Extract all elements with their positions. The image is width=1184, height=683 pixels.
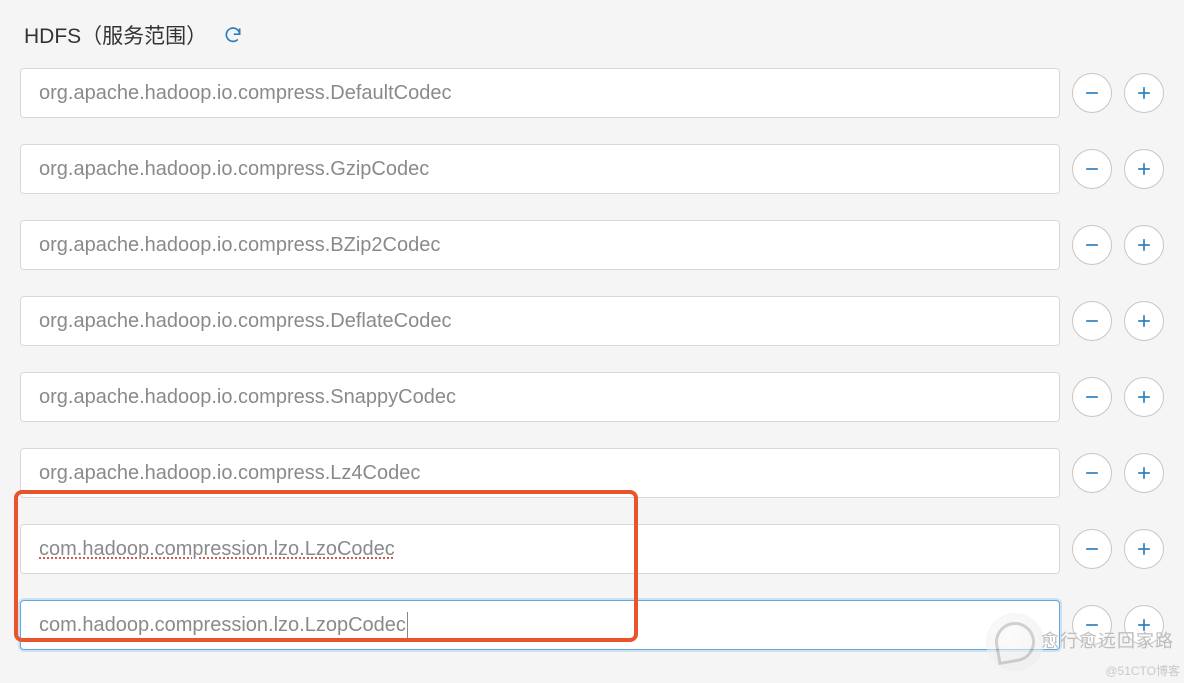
section-title: HDFS（服务范围） [24, 20, 207, 50]
codec-value: org.apache.hadoop.io.compress.DefaultCod… [39, 82, 451, 105]
codec-row: org.apache.hadoop.io.compress.DefaultCod… [20, 68, 1164, 118]
add-button[interactable] [1124, 529, 1164, 569]
codec-value: org.apache.hadoop.io.compress.DeflateCod… [39, 310, 451, 333]
codec-input[interactable]: org.apache.hadoop.io.compress.SnappyCode… [20, 372, 1060, 422]
remove-button[interactable] [1072, 377, 1112, 417]
codec-row: org.apache.hadoop.io.compress.GzipCodec [20, 144, 1164, 194]
remove-button[interactable] [1072, 453, 1112, 493]
codec-input[interactable]: com.hadoop.compression.lzo.LzoCodec [20, 524, 1060, 574]
codec-input[interactable]: org.apache.hadoop.io.compress.GzipCodec [20, 144, 1060, 194]
codec-value: org.apache.hadoop.io.compress.Lz4Codec [39, 462, 420, 485]
remove-button[interactable] [1072, 73, 1112, 113]
codec-row: com.hadoop.compression.lzo.LzoCodec [20, 524, 1164, 574]
remove-button[interactable] [1072, 529, 1112, 569]
add-button[interactable] [1124, 377, 1164, 417]
codec-value: com.hadoop.compression.lzo.LzopCodec [39, 614, 406, 637]
remove-button[interactable] [1072, 225, 1112, 265]
codec-row: org.apache.hadoop.io.compress.DeflateCod… [20, 296, 1164, 346]
remove-button[interactable] [1072, 301, 1112, 341]
codec-value: org.apache.hadoop.io.compress.GzipCodec [39, 158, 429, 181]
codec-input[interactable]: com.hadoop.compression.lzo.LzopCodec [20, 600, 1060, 650]
codec-list: org.apache.hadoop.io.compress.DefaultCod… [20, 68, 1164, 650]
codec-row: org.apache.hadoop.io.compress.Lz4Codec [20, 448, 1164, 498]
text-caret [407, 612, 408, 638]
remove-button[interactable] [1072, 149, 1112, 189]
watermark-logo [986, 613, 1044, 671]
add-button[interactable] [1124, 453, 1164, 493]
codec-input[interactable]: org.apache.hadoop.io.compress.DefaultCod… [20, 68, 1060, 118]
add-button[interactable] [1124, 73, 1164, 113]
codec-value: com.hadoop.compression.lzo.LzoCodec [39, 538, 395, 561]
codec-value: org.apache.hadoop.io.compress.BZip2Codec [39, 234, 440, 257]
codec-row: org.apache.hadoop.io.compress.BZip2Codec [20, 220, 1164, 270]
refresh-icon[interactable] [223, 25, 243, 45]
add-button[interactable] [1124, 225, 1164, 265]
codec-input[interactable]: org.apache.hadoop.io.compress.BZip2Codec [20, 220, 1060, 270]
watermark-text: 愈行愈远回家路 [1041, 627, 1174, 653]
add-button[interactable] [1124, 301, 1164, 341]
codec-input[interactable]: org.apache.hadoop.io.compress.Lz4Codec [20, 448, 1060, 498]
section-header: HDFS（服务范围） [20, 20, 1164, 50]
codec-row: org.apache.hadoop.io.compress.SnappyCode… [20, 372, 1164, 422]
codec-input[interactable]: org.apache.hadoop.io.compress.DeflateCod… [20, 296, 1060, 346]
watermark-attribution: @51CTO博客 [1105, 662, 1180, 679]
add-button[interactable] [1124, 149, 1164, 189]
codec-value: org.apache.hadoop.io.compress.SnappyCode… [39, 386, 456, 409]
